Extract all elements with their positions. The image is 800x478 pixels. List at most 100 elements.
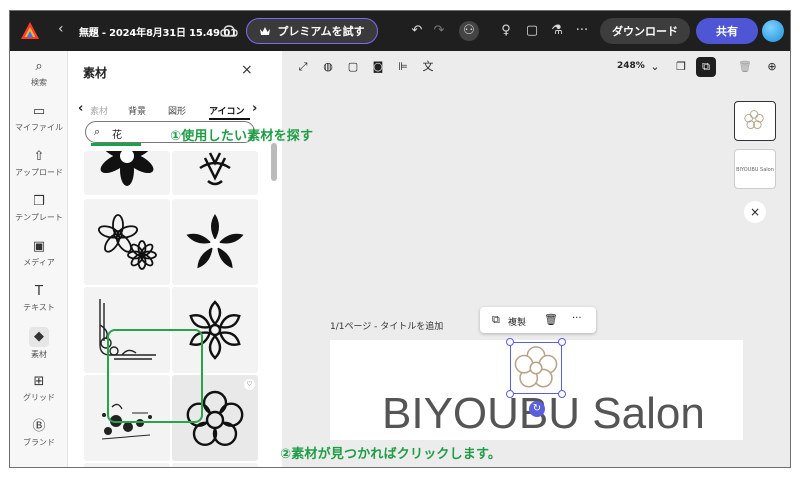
search-icon: ⌕ [35,59,43,74]
canvas-toolbar: ⤢ ◍ ▢ ◙ ⊫ 文 248% ⌄ ❐ ⧉ 🗑 ⊕ [282,51,790,83]
close-icon[interactable]: × [744,201,766,223]
share-button[interactable]: 共有 [696,18,758,44]
page-thumbnail[interactable] [734,101,776,141]
more-icon[interactable]: ··· [573,22,591,40]
rail-item-elements[interactable]: ◆ 素材 [10,327,68,360]
duplicate-label[interactable]: 複製 [508,315,526,328]
tab-elements[interactable]: 素材 [90,104,108,117]
template-icon: ❒ [33,194,45,209]
rail-item-label: テンプレート [15,213,63,222]
page-thumbnail-2[interactable]: BIYOUBU Salon [734,149,776,189]
annotation-step2: ②素材が見つかればクリックします。 [280,447,502,462]
asset-tile[interactable] [172,199,258,285]
left-rail: ⌕ 検索 ▭ マイファイル ⇧ アップロード ❒ テンプレート ▣ メディア T… [10,51,68,467]
align-icon[interactable]: ⊫ [396,60,410,74]
media-icon: ▣ [32,239,46,254]
document-title[interactable]: 無題 - 2024年8月31日 15.49.01 [79,24,237,39]
rail-item-label: アップロード [15,168,63,177]
flower-star-black-icon [186,214,244,269]
rail-item-label: マイファイル [15,123,63,132]
premium-button[interactable]: プレミアムを試す [246,18,378,44]
resize-icon[interactable]: ⤢ [296,60,310,74]
rail-item-label: 素材 [31,350,47,359]
rail-item-my-files[interactable]: ▭ マイファイル [10,104,68,133]
selected-flower-element[interactable] [510,342,562,394]
square-icon[interactable]: ▢ [346,60,360,74]
tab-icons[interactable]: アイコン [209,104,250,120]
rail-item-search[interactable]: ⌕ 検索 [10,59,68,88]
resize-handle[interactable] [506,390,514,398]
flower-bouquet-icon [199,152,231,186]
add-icon[interactable]: ⊕ [765,60,779,74]
annotation-step1: ①使用したい素材を探す [170,129,314,144]
rail-item-label: 検索 [31,78,47,87]
asset-tile[interactable] [84,199,170,285]
palette-icon[interactable]: ◍ [321,60,335,74]
app-window: ‹ 無題 - 2024年8月31日 15.49.01 プレミアムを試す ↶ ↷ … [9,10,791,468]
context-toolbar: ⧉ 複製 🗑 ··· [480,307,596,333]
brand-text[interactable]: BIYOUBU Salon [382,389,705,439]
asset-tile[interactable] [172,463,258,467]
comment-icon[interactable]: ▢ [523,22,541,40]
rotate-icon[interactable]: ↻ [529,401,545,417]
adobe-express-logo[interactable] [20,21,40,41]
download-button[interactable]: ダウンロード [600,18,690,44]
trash-icon[interactable]: 🗑 [544,313,558,326]
crown-icon [260,27,271,35]
asset-tile[interactable] [84,151,170,195]
resize-handle[interactable] [558,390,566,398]
rail-item-label: テキスト [23,303,55,312]
rail-item-text[interactable]: T テキスト [10,284,68,313]
tab-shapes[interactable]: 図形 [168,104,186,117]
flower-placed-icon [514,346,558,388]
shapes-icon: ◆ [29,327,49,347]
rail-item-label: グリッド [23,393,55,402]
brand-icon: Ⓑ [32,419,46,434]
rail-item-templates[interactable]: ❒ テンプレート [10,194,68,223]
resize-handle[interactable] [558,338,566,346]
search-highlight [91,143,141,146]
flask-icon[interactable]: ⚗ [548,22,566,40]
panel-scrollbar[interactable] [271,143,277,181]
top-bar: ‹ 無題 - 2024年8月31日 15.49.01 プレミアムを試す ↶ ↷ … [10,11,790,51]
back-icon[interactable]: ‹ [58,21,64,37]
chevron-left-icon[interactable]: ‹ [78,101,83,116]
resize-handle[interactable] [506,338,514,346]
add-person-icon[interactable]: ⚇ [459,21,479,41]
search-icon: ⌕ [94,125,101,138]
asset-tile[interactable] [172,151,258,195]
layers-icon[interactable]: ⧉ [696,57,716,77]
rail-item-brand[interactable]: Ⓑ ブランド [10,419,68,448]
rail-item-grid[interactable]: ⊞ グリッド [10,374,68,403]
upload-icon: ⇧ [33,149,45,164]
rail-item-label: メディア [23,258,55,267]
lightbulb-icon[interactable]: ♀ [497,22,515,40]
flower-black-icon [100,151,154,186]
chevron-right-icon[interactable]: › [252,101,257,116]
rail-item-label: ブランド [23,438,55,447]
close-icon[interactable]: × [241,62,253,78]
duplicate-icon[interactable]: ⧉ [492,313,500,327]
selection-highlight [107,329,203,423]
text-icon: T [35,284,43,299]
asset-tile[interactable] [84,463,170,467]
copy-icon[interactable]: ❐ [674,60,688,74]
cloud-icon[interactable] [220,23,238,39]
flower-thumb-icon [744,110,764,129]
page-label[interactable]: 1/1ページ - タイトルを追加 [330,319,443,332]
zoom-level[interactable]: 248% [617,61,645,71]
premium-label: プレミアムを試す [277,25,365,38]
chevron-down-icon[interactable]: ⌄ [648,60,662,74]
redo-icon[interactable]: ↷ [430,22,448,40]
panel-tabs: ‹ 素材 背景 図形 アイコン › [78,101,268,120]
rail-item-upload[interactable]: ⇧ アップロード [10,149,68,178]
avatar[interactable] [762,20,784,42]
rail-item-media[interactable]: ▣ メディア [10,239,68,268]
more-icon[interactable]: ··· [572,313,582,324]
tab-backgrounds[interactable]: 背景 [128,104,146,117]
frame-icon[interactable]: ◙ [371,60,385,74]
heart-icon[interactable]: ♡ [244,379,255,390]
undo-icon[interactable]: ↶ [408,22,426,40]
translate-icon[interactable]: 文 [421,60,435,74]
trash-icon[interactable]: 🗑 [738,60,752,74]
